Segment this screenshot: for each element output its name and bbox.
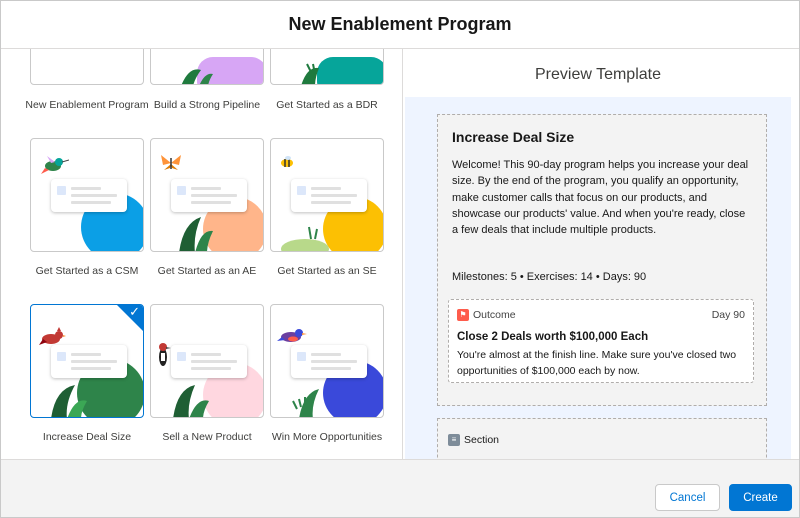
template-card-get-started-as-an-ae[interactable] <box>150 138 264 252</box>
template-label: Get Started as an SE <box>277 265 377 277</box>
document-preview-icon <box>51 345 127 378</box>
template-card-sell-a-new-product[interactable] <box>150 304 264 418</box>
preview-title: Preview Template <box>535 66 661 83</box>
template-label: Get Started as a BDR <box>276 99 378 111</box>
bird-icon <box>277 329 307 342</box>
template-card-get-started-as-an-se[interactable] <box>270 138 384 252</box>
document-preview-icon <box>171 345 247 378</box>
template-card-get-started-as-a-csm[interactable] <box>30 138 144 252</box>
program-heading: Increase Deal Size <box>452 129 575 145</box>
template-label: Win More Opportunities <box>271 431 383 443</box>
outcome-card: ⚑ Outcome Day 90 Close 2 Deals worth $10… <box>448 299 754 383</box>
outcome-icon: ⚑ <box>457 309 469 321</box>
template-card-build-a-strong-pipeline[interactable] <box>150 49 264 85</box>
template-card-win-more-opportunities[interactable] <box>270 304 384 418</box>
butterfly-icon <box>161 155 181 170</box>
template-label: Get Started as an AE <box>157 265 257 277</box>
hummingbird-icon <box>41 156 69 174</box>
modal-footer: Cancel Create <box>1 459 799 517</box>
template-label: Sell a New Product <box>162 431 252 443</box>
card-art <box>301 57 383 84</box>
program-stats: Milestones: 5 • Exercises: 14 • Days: 90 <box>452 271 647 283</box>
program-description: Welcome! This 90-day program helps you i… <box>452 159 749 237</box>
document-preview-icon <box>171 179 247 212</box>
card-art <box>181 57 263 84</box>
outcome-day: Day 90 <box>711 309 745 321</box>
template-card-increase-deal-size[interactable]: ✓ <box>30 304 144 418</box>
document-preview-icon <box>291 179 367 212</box>
preview-panel[interactable]: Preview Template Increase Deal Size Welc… <box>403 49 799 459</box>
outcome-text: You're almost at the finish line. Make s… <box>457 349 737 377</box>
modal-title: New Enablement Program <box>288 14 512 34</box>
bee-icon <box>281 156 293 167</box>
create-button[interactable]: Create <box>729 484 792 511</box>
template-label: Build a Strong Pipeline <box>153 99 261 111</box>
document-preview-icon <box>291 345 367 378</box>
template-gallery[interactable]: New Enablement Program Build a Strong Pi… <box>1 49 401 459</box>
outcome-label: Outcome <box>473 309 516 321</box>
program-card: Increase Deal Size Welcome! This 90-day … <box>437 114 767 406</box>
modal: New Enablement Program New Enablement Pr… <box>0 0 800 518</box>
template-label: Increase Deal Size <box>42 431 132 443</box>
section-label: Section <box>464 434 500 446</box>
woodpecker-icon <box>159 343 171 366</box>
document-preview-icon <box>51 179 127 212</box>
cardinal-icon <box>39 327 66 345</box>
checkmark-icon: ✓ <box>129 305 140 320</box>
outcome-title: Close 2 Deals worth $100,000 Each <box>457 331 649 343</box>
template-label: New Enablement Program <box>25 99 149 111</box>
modal-header: New Enablement Program <box>1 1 799 49</box>
template-label: Get Started as a CSM <box>35 265 139 277</box>
template-card-new-enablement-program[interactable] <box>30 49 144 85</box>
cancel-button[interactable]: Cancel <box>655 484 720 511</box>
section-icon: ≡ <box>448 434 460 446</box>
section-card: ≡ Section <box>437 418 767 459</box>
template-card-get-started-as-a-bdr[interactable] <box>270 49 384 85</box>
